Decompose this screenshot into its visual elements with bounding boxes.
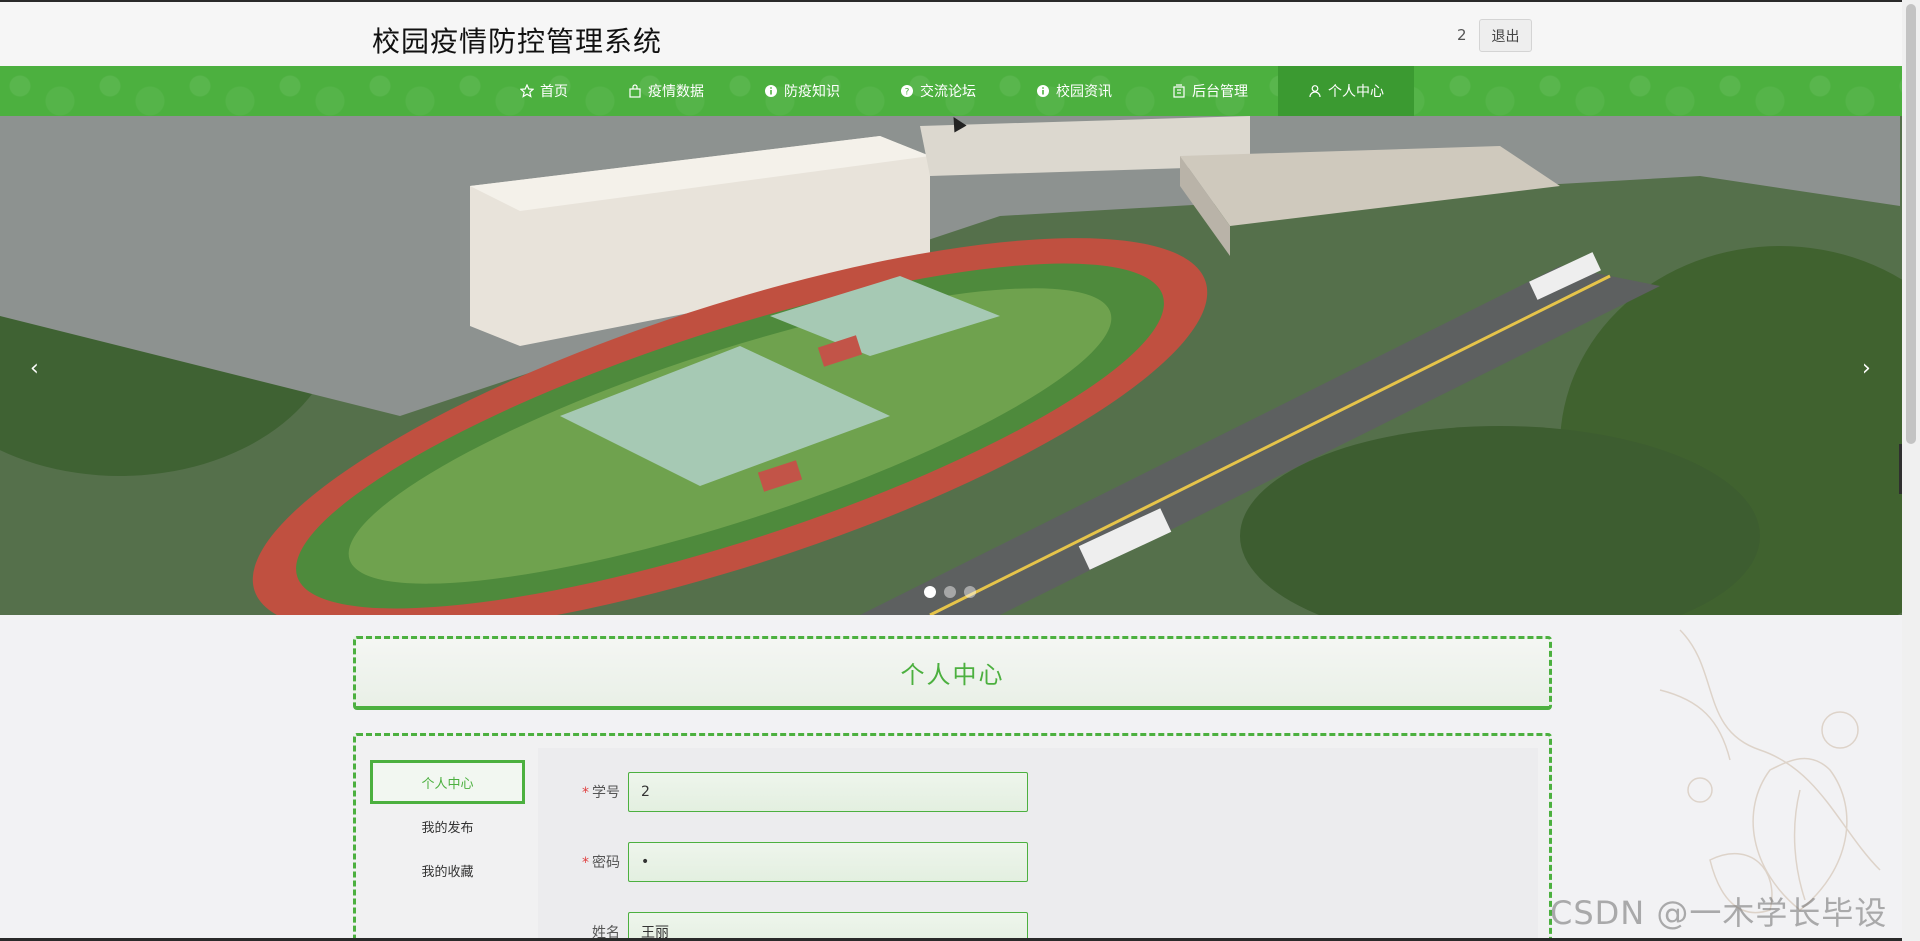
carousel-dot[interactable] — [964, 586, 976, 598]
current-user-id: 2 — [1457, 26, 1467, 44]
nav-label: 后台管理 — [1192, 84, 1248, 100]
student-id-input[interactable] — [628, 772, 1028, 812]
scrollbar-thumb[interactable] — [1906, 4, 1916, 444]
carousel-dot[interactable] — [944, 586, 956, 598]
side-menu-my-favorites[interactable]: 我的收藏 — [370, 848, 525, 892]
user-icon — [1308, 84, 1322, 98]
carousel-indicators — [924, 586, 976, 598]
banner-carousel[interactable]: ‹ › — [0, 116, 1902, 615]
top-header: 校园疫情防控管理系统 2 退出 — [0, 0, 1902, 66]
banner-prev-arrow[interactable]: ‹ — [30, 356, 39, 381]
nav-item-admin[interactable]: 后台管理 — [1144, 66, 1276, 116]
campus-aerial-image — [0, 116, 1902, 615]
form-row-student-id: * 学号 — [538, 772, 1028, 812]
star-icon — [520, 84, 534, 98]
nav-label: 疫情数据 — [648, 84, 704, 100]
page-heading: 个人中心 — [900, 661, 1005, 689]
watermark: CSDN @一木学长毕设 — [1550, 894, 1888, 932]
page-heading-box: 个人中心 — [353, 636, 1552, 710]
side-menu: 个人中心 我的发布 我的收藏 — [370, 760, 525, 892]
nav-item-personal-center[interactable]: 个人中心 — [1278, 66, 1414, 116]
nav-item-epidemic-data[interactable]: 疫情数据 — [600, 66, 732, 116]
svg-text:?: ? — [905, 88, 910, 98]
nav-label: 交流论坛 — [920, 84, 976, 100]
password-input[interactable] — [628, 842, 1028, 882]
banner-next-arrow[interactable]: › — [1862, 356, 1871, 381]
nav-item-campus-news[interactable]: 校园资讯 — [1008, 66, 1140, 116]
form-row-name: 姓名 — [538, 912, 1028, 941]
name-input[interactable] — [628, 912, 1028, 941]
help-circle-icon: ? — [900, 84, 914, 98]
info-circle-icon — [1036, 84, 1050, 98]
nav-item-prevention-knowledge[interactable]: 防疫知识 — [736, 66, 868, 116]
form-row-password: * 密码 — [538, 842, 1028, 882]
nav-label: 校园资讯 — [1056, 84, 1112, 100]
nav-label: 个人中心 — [1328, 84, 1384, 100]
nav-item-forum[interactable]: ? 交流论坛 — [872, 66, 1004, 116]
password-label: * 密码 — [582, 855, 620, 871]
main-nav: 首页 疫情数据 防疫知识 ? 交流论坛 校园资讯 后台管理 个人中心 — [0, 66, 1902, 116]
student-id-label: * 学号 — [582, 785, 620, 801]
nav-label: 防疫知识 — [784, 84, 840, 100]
site-title: 校园疫情防控管理系统 — [372, 25, 663, 58]
bag-icon — [628, 84, 642, 98]
logout-button[interactable]: 退出 — [1479, 19, 1532, 52]
carousel-dot[interactable] — [924, 586, 936, 598]
personal-center-panel: 个人中心 我的发布 我的收藏 *学号 *密码 姓名 — [353, 733, 1552, 941]
nav-label: 首页 — [540, 84, 568, 100]
side-menu-personal-center[interactable]: 个人中心 — [370, 760, 525, 804]
page: 校园疫情防控管理系统 2 退出 首页 疫情数据 防疫知识 ? 交流论坛 校园资讯… — [0, 0, 1920, 941]
page-scrollbar[interactable] — [1902, 0, 1920, 941]
info-circle-icon — [764, 84, 778, 98]
profile-form: *学号 *密码 姓名 — [538, 748, 1538, 941]
building-icon — [1172, 84, 1186, 98]
nav-item-home[interactable]: 首页 — [492, 66, 596, 116]
side-menu-my-posts[interactable]: 我的发布 — [370, 804, 525, 848]
